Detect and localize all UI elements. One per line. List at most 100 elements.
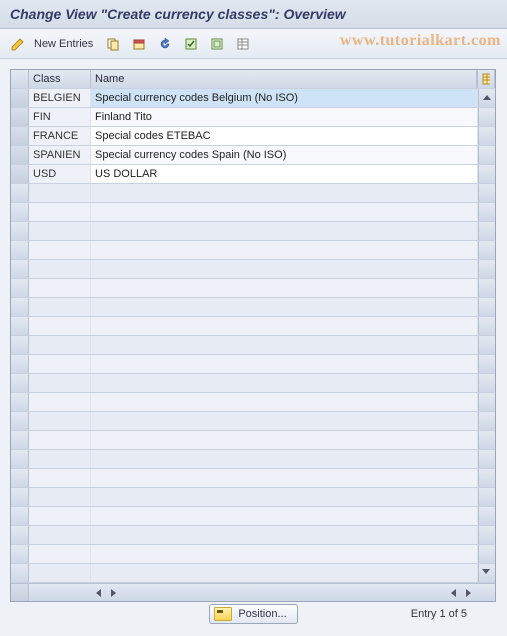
entry-count-label: Entry 1 of 5 (411, 608, 467, 620)
vertical-scroll-track[interactable] (478, 564, 495, 582)
cell-class[interactable]: SPANIEN (29, 146, 91, 164)
scroll-down-icon[interactable] (479, 564, 492, 577)
column-header-name[interactable]: Name (91, 70, 477, 88)
table-row-empty (11, 374, 495, 393)
row-selector[interactable] (11, 298, 29, 316)
row-selector[interactable] (11, 431, 29, 449)
vertical-scroll-track (478, 203, 495, 221)
row-selector[interactable] (11, 127, 29, 145)
cell-name[interactable]: Special codes ETEBAC (91, 127, 478, 145)
vertical-scroll-track (478, 545, 495, 563)
vertical-scroll-track (478, 317, 495, 335)
table-row-empty (11, 526, 495, 545)
table-row-empty (11, 298, 495, 317)
scroll-left-end-icon[interactable] (448, 587, 460, 599)
content-area: ClassNameBELGIENSpecial currency codes B… (0, 59, 507, 602)
table-row[interactable]: USDUS DOLLAR (11, 165, 495, 184)
select-all-column[interactable] (11, 70, 29, 88)
vertical-scroll-track (478, 336, 495, 354)
row-selector[interactable] (11, 108, 29, 126)
row-selector[interactable] (11, 564, 29, 582)
table-row[interactable]: SPANIENSpecial currency codes Spain (No … (11, 146, 495, 165)
cell-name[interactable]: Special currency codes Belgium (No ISO) (91, 89, 478, 107)
row-selector[interactable] (11, 393, 29, 411)
table-header: ClassName (11, 70, 495, 89)
vertical-scroll-track (478, 412, 495, 430)
copy-icon[interactable] (103, 34, 123, 54)
data-table: ClassNameBELGIENSpecial currency codes B… (10, 69, 496, 602)
table-row[interactable]: FRANCESpecial codes ETEBAC (11, 127, 495, 146)
table-row[interactable]: BELGIENSpecial currency codes Belgium (N… (11, 89, 495, 108)
vertical-scroll-track (478, 241, 495, 259)
table-row-empty (11, 355, 495, 374)
table-row-empty (11, 393, 495, 412)
new-entries-button[interactable]: New Entries (34, 38, 93, 50)
vertical-scroll-track (478, 507, 495, 525)
row-selector[interactable] (11, 241, 29, 259)
vertical-scroll-track (478, 469, 495, 487)
row-selector[interactable] (11, 184, 29, 202)
table-row-empty (11, 336, 495, 355)
row-selector[interactable] (11, 222, 29, 240)
horizontal-scrollbar (11, 583, 495, 601)
row-selector[interactable] (11, 165, 29, 183)
cell-name[interactable]: US DOLLAR (91, 165, 478, 183)
scroll-right-icon[interactable] (107, 587, 119, 599)
table-row-empty (11, 564, 495, 583)
table-row-empty (11, 222, 495, 241)
undo-icon[interactable] (155, 34, 175, 54)
row-selector[interactable] (11, 469, 29, 487)
table-row[interactable]: FINFinland Tito (11, 108, 495, 127)
row-selector[interactable] (11, 203, 29, 221)
cell-class[interactable]: FIN (29, 108, 91, 126)
cell-class[interactable]: FRANCE (29, 127, 91, 145)
cell-name[interactable]: Special currency codes Spain (No ISO) (91, 146, 478, 164)
toolbar: New Entries (0, 29, 507, 59)
row-selector[interactable] (11, 526, 29, 544)
vertical-scroll-track (478, 222, 495, 240)
vertical-scroll-track (478, 374, 495, 392)
vertical-scroll-track (478, 146, 495, 164)
cell-class[interactable]: BELGIEN (29, 89, 91, 107)
vertical-scroll-track (478, 450, 495, 468)
edit-icon[interactable] (8, 34, 28, 54)
deselect-all-icon[interactable] (207, 34, 227, 54)
table-row-empty (11, 488, 495, 507)
vertical-scroll-track (478, 431, 495, 449)
configure-columns-icon[interactable] (477, 70, 495, 88)
table-row-empty (11, 545, 495, 564)
row-selector[interactable] (11, 355, 29, 373)
row-selector[interactable] (11, 488, 29, 506)
vertical-scroll-track (478, 260, 495, 278)
page-title: Change View "Create currency classes": O… (0, 0, 507, 29)
scroll-right-end-icon[interactable] (462, 587, 474, 599)
row-selector[interactable] (11, 374, 29, 392)
row-selector[interactable] (11, 279, 29, 297)
table-settings-icon[interactable] (233, 34, 253, 54)
delete-icon[interactable] (129, 34, 149, 54)
table-row-empty (11, 450, 495, 469)
scroll-left-icon[interactable] (93, 587, 105, 599)
position-icon (214, 607, 232, 621)
row-selector[interactable] (11, 317, 29, 335)
position-button[interactable]: Position... (209, 604, 297, 624)
row-selector[interactable] (11, 450, 29, 468)
row-selector[interactable] (11, 260, 29, 278)
vertical-scroll-track (478, 355, 495, 373)
row-selector[interactable] (11, 507, 29, 525)
position-label: Position... (238, 608, 286, 620)
cell-name[interactable]: Finland Tito (91, 108, 478, 126)
cell-class[interactable]: USD (29, 165, 91, 183)
row-selector[interactable] (11, 146, 29, 164)
select-all-icon[interactable] (181, 34, 201, 54)
column-header-class[interactable]: Class (29, 70, 91, 88)
vertical-scroll-track (478, 526, 495, 544)
scroll-up-icon[interactable] (478, 89, 495, 107)
table-row-empty (11, 184, 495, 203)
footer: Position... Entry 1 of 5 (0, 604, 507, 624)
vertical-scroll-track (478, 488, 495, 506)
row-selector[interactable] (11, 545, 29, 563)
row-selector[interactable] (11, 89, 29, 107)
row-selector[interactable] (11, 412, 29, 430)
row-selector[interactable] (11, 336, 29, 354)
